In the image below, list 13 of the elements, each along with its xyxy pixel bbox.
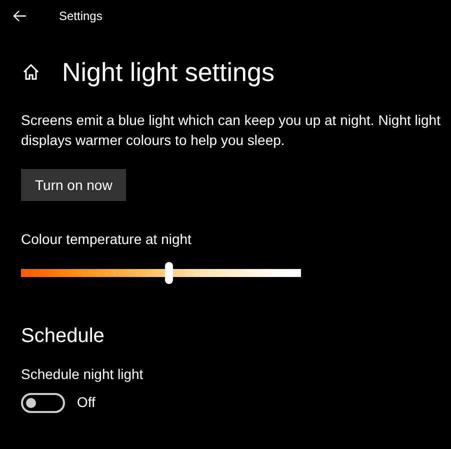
page-title: Night light settings — [62, 56, 274, 89]
home-icon[interactable] — [22, 63, 40, 81]
toggle-label: Schedule night light — [21, 365, 144, 384]
slider-label: Colour temperature at night — [21, 230, 192, 249]
description-text: Screens emit a blue light which can keep you up at night. Night light displays warmer colours to help you sleep. — [21, 111, 441, 150]
turn-on-now-button[interactable]: Turn on now — [21, 169, 126, 201]
colour-temperature-slider[interactable] — [21, 262, 301, 284]
slider-thumb[interactable] — [165, 262, 174, 284]
window-title: Settings — [59, 8, 102, 25]
toggle-switch[interactable] — [21, 392, 65, 412]
section-heading: Schedule — [21, 324, 106, 349]
toggle-state-text: Off — [77, 393, 96, 412]
back-arrow-icon — [13, 10, 27, 22]
